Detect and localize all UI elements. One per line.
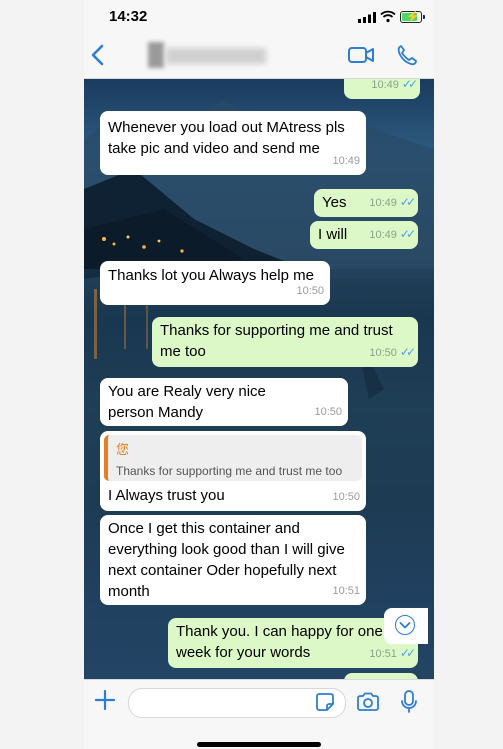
video-camera-icon[interactable] [348, 46, 374, 64]
message-bubble[interactable]: You are Realy very nice person Mandy 10:… [100, 378, 348, 426]
home-indicator[interactable] [197, 742, 321, 747]
message-bubble[interactable]: I will 10:49 ✓✓ [310, 221, 418, 249]
microphone-icon[interactable] [400, 690, 418, 714]
message-time: 10:50 [296, 285, 324, 297]
phone-screen: 14:32 ⚡ 10:49 ✓✓ Whenever you load out M… [84, 0, 434, 749]
message-input[interactable] [128, 688, 346, 718]
read-ticks-icon: ✓✓ [399, 227, 416, 241]
status-time: 14:32 [109, 8, 148, 25]
message-text: I will [318, 226, 348, 243]
read-ticks-icon: ✓✓ [399, 195, 416, 209]
message-bubble[interactable]: 10:49 ✓✓ [344, 79, 420, 99]
message-bubble[interactable]: Once I get this container and everything… [100, 515, 366, 605]
plus-icon[interactable] [94, 689, 116, 711]
message-bubble[interactable]: Whenever you load out MAtress pls take p… [100, 111, 366, 175]
message-text: Yes [322, 194, 347, 211]
message-bubble[interactable]: Thanks for supporting me and trust me to… [152, 317, 418, 367]
avatar[interactable] [148, 42, 164, 68]
camera-icon[interactable] [356, 692, 380, 712]
message-text: You are Realy very nice person Mandy [108, 383, 266, 421]
message-meta: 10:51 ✓✓ [369, 646, 416, 660]
read-ticks-icon: ✓✓ [399, 646, 416, 660]
message-bubble[interactable]: Thanks lot you Always help me 10:50 [100, 261, 330, 305]
message-text: Once I get this container and everything… [108, 520, 345, 600]
message-bubble[interactable]: Thank you. I can happy for one week for … [168, 618, 418, 668]
message-time: 10:49 [332, 155, 360, 167]
signal-icon [358, 12, 376, 23]
message-meta: 10:49 ✓✓ [369, 227, 416, 241]
chat-header [84, 34, 434, 79]
status-bar: 14:32 ⚡ [84, 0, 434, 34]
chevron-left-icon[interactable] [90, 44, 106, 66]
read-ticks-icon: ✓✓ [401, 79, 418, 91]
message-text: I Always trust you [108, 487, 225, 504]
chat-area[interactable]: 10:49 ✓✓ Whenever you load out MAtress pl… [84, 79, 434, 679]
message-time: 10:51 [332, 585, 360, 597]
composer-bar [84, 679, 434, 749]
read-ticks-icon: ✓✓ [399, 345, 416, 359]
chevron-down-icon [399, 622, 411, 629]
message-time: 10:50 [314, 406, 342, 418]
message-text: Thanks lot you Always help me [108, 267, 314, 284]
message-bubble[interactable]: Yes 10:49 ✓✓ [314, 189, 418, 217]
message-text: Whenever you load out MAtress pls take p… [108, 119, 345, 157]
wifi-icon [380, 10, 396, 23]
sticker-icon[interactable] [316, 693, 334, 711]
quoted-message[interactable]: 您 Thanks for supporting me and trust me … [104, 435, 362, 481]
quoted-text: Thanks for supporting me and trust me to… [116, 464, 343, 478]
message-time: 10:50 [332, 491, 360, 503]
message-meta: 10:49 ✓✓ [371, 79, 418, 91]
scroll-to-bottom-button[interactable] [384, 608, 428, 644]
reply-message-bubble[interactable]: 您 Thanks for supporting me and trust me … [100, 431, 366, 511]
contact-name-redacted[interactable] [148, 42, 268, 68]
phone-icon[interactable] [396, 44, 418, 66]
battery-icon: ⚡ [400, 11, 425, 23]
message-meta: 10:49 ✓✓ [369, 195, 416, 209]
message-meta: 10:50 ✓✓ [369, 345, 416, 359]
quoted-author: 您 [116, 442, 130, 457]
